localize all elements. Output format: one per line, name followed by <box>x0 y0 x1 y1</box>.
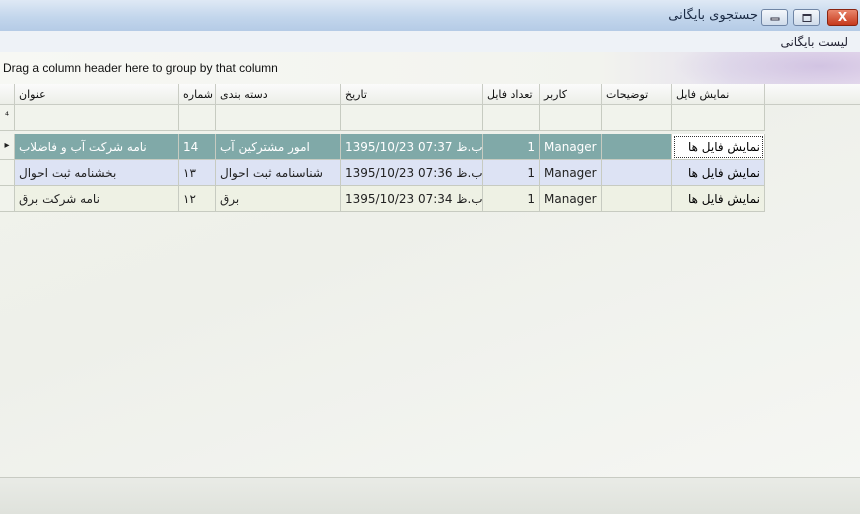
cell-number[interactable]: 14 <box>179 134 216 160</box>
cell-date[interactable]: 1395/10/23 07:34 ب.ظ <box>341 186 483 212</box>
row-indicator <box>0 186 15 212</box>
filter-notes[interactable] <box>602 105 672 131</box>
header-number[interactable]: شماره <box>179 84 216 105</box>
header-notes[interactable]: توضیحات <box>602 84 672 105</box>
cell-user[interactable]: Manager <box>540 160 602 186</box>
close-icon: X <box>837 10 848 24</box>
filter-user[interactable] <box>540 105 602 131</box>
filter-category[interactable] <box>216 105 341 131</box>
title-bar: جستجوی بایگانی X <box>0 0 860 32</box>
cell-notes[interactable] <box>602 160 672 186</box>
header-date[interactable]: تاریخ <box>341 84 483 105</box>
cell-date[interactable]: 1395/10/23 07:37 ب.ظ <box>341 134 483 160</box>
minimize-button[interactable] <box>761 9 788 26</box>
view-files-button[interactable]: نمایش فایل ها <box>672 134 765 160</box>
filter-file-count[interactable] <box>483 105 540 131</box>
current-row-indicator: ▸ <box>0 134 15 160</box>
cell-title[interactable]: نامه شرکت برق <box>15 186 179 212</box>
cell-number[interactable]: ۱۳ <box>179 160 216 186</box>
header-category[interactable]: دسته بندی <box>216 84 341 105</box>
group-by-hint: Drag a column header here to group by th… <box>3 61 278 75</box>
row-indicator <box>0 160 15 186</box>
header-filler <box>765 84 860 105</box>
cell-file-count[interactable]: 1 <box>483 160 540 186</box>
cell-category[interactable]: شناسنامه ثبت احوال <box>216 160 341 186</box>
cell-file-count[interactable]: 1 <box>483 134 540 160</box>
menu-bar: لیست بایگانی <box>0 31 860 52</box>
header-file-count[interactable]: تعداد فایل <box>483 84 540 105</box>
filter-view-files[interactable] <box>672 105 765 131</box>
header-view-files[interactable]: نمایش فایل <box>672 84 765 105</box>
minimize-icon <box>770 17 779 21</box>
cell-notes[interactable] <box>602 134 672 160</box>
archive-grid[interactable]: عنوان شماره دسته بندی تاریخ تعداد فایل ک… <box>0 84 860 477</box>
filter-title[interactable] <box>15 105 179 131</box>
cell-notes[interactable] <box>602 186 672 212</box>
status-bar <box>0 477 860 514</box>
menu-archive-list[interactable]: لیست بایگانی <box>780 35 848 49</box>
restore-icon <box>802 13 811 22</box>
cell-number[interactable]: ۱۲ <box>179 186 216 212</box>
cell-category[interactable]: برق <box>216 186 341 212</box>
cell-user[interactable]: Manager <box>540 186 602 212</box>
group-panel[interactable]: Drag a column header here to group by th… <box>0 52 860 85</box>
restore-button[interactable] <box>793 9 820 26</box>
cell-date[interactable]: 1395/10/23 07:36 ب.ظ <box>341 160 483 186</box>
view-files-button[interactable]: نمایش فایل ها <box>672 160 765 186</box>
cell-user[interactable]: Manager <box>540 134 602 160</box>
cell-title[interactable]: نامه شرکت آب و فاضلاب <box>15 134 179 160</box>
window-title: جستجوی بایگانی <box>668 8 758 23</box>
header-title[interactable]: عنوان <box>15 84 179 105</box>
cell-file-count[interactable]: 1 <box>483 186 540 212</box>
header-indicator <box>0 84 15 105</box>
decorative-wave <box>660 52 860 84</box>
filter-row-indicator: ⁴ <box>0 105 15 131</box>
filter-number[interactable] <box>179 105 216 131</box>
cell-title[interactable]: بخشنامه ثبت احوال <box>15 160 179 186</box>
close-button[interactable]: X <box>827 9 858 26</box>
view-files-button[interactable]: نمایش فایل ها <box>672 186 765 212</box>
filter-date[interactable] <box>341 105 483 131</box>
header-user[interactable]: کاربر <box>540 84 602 105</box>
cell-category[interactable]: امور مشترکین آب <box>216 134 341 160</box>
